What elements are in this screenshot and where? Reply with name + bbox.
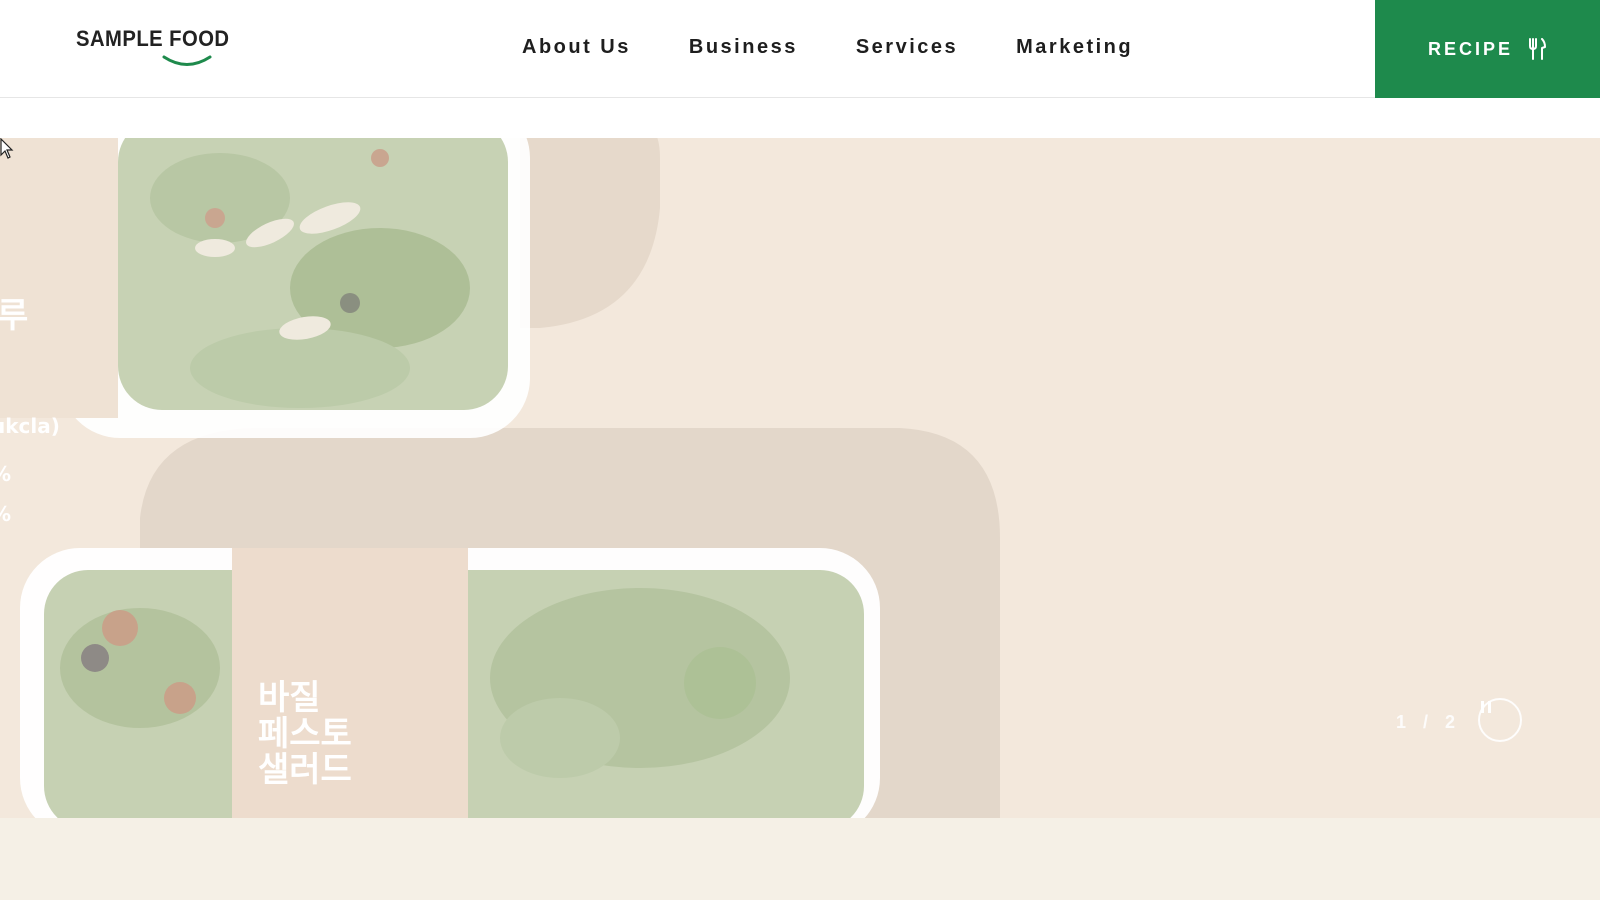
product-title: 바질 페스토 샐러드 [258,680,352,788]
product-title-line-2: 페스토 [258,714,352,754]
previous-slide-percent-2: % [0,502,11,526]
site-header: SAMPLE FOOD About Us Business Services M… [0,0,1600,98]
page-section-below [0,818,1600,900]
product-title-line-3: 샐러드 [258,750,352,790]
nav-about-us[interactable]: About Us [522,36,631,59]
header-spacer [0,98,1600,138]
slide-pager: 1 / 2 [1396,712,1462,732]
hero-slider: 루 ukcla) % % 바질 페스토 샐러드 1 / 2 [0,138,1600,818]
previous-slide-ingredient-fragment: ukcla) [0,414,60,438]
product-title-line-1: 바질 [258,678,321,718]
nav-marketing[interactable]: Marketing [1016,36,1133,59]
logo-smile-icon [162,55,212,66]
previous-slide-percent-1: % [0,462,11,486]
recipe-button-label: RECIPE [1427,38,1514,59]
nav-business[interactable]: Business [689,36,798,59]
main-nav: About Us Business Services Marketing [522,36,1191,59]
pause-icon [1481,701,1491,713]
hero-image [0,138,1600,818]
recipe-button[interactable]: RECIPE [1375,0,1600,98]
pause-button[interactable] [1478,698,1522,742]
logo[interactable]: SAMPLE FOOD [76,26,230,70]
fork-knife-icon [1529,38,1547,60]
mouse-cursor-icon [0,138,14,159]
nav-services[interactable]: Services [856,36,958,59]
previous-slide-title-fragment: 루 [0,296,29,336]
logo-text: SAMPLE FOOD [76,26,230,51]
